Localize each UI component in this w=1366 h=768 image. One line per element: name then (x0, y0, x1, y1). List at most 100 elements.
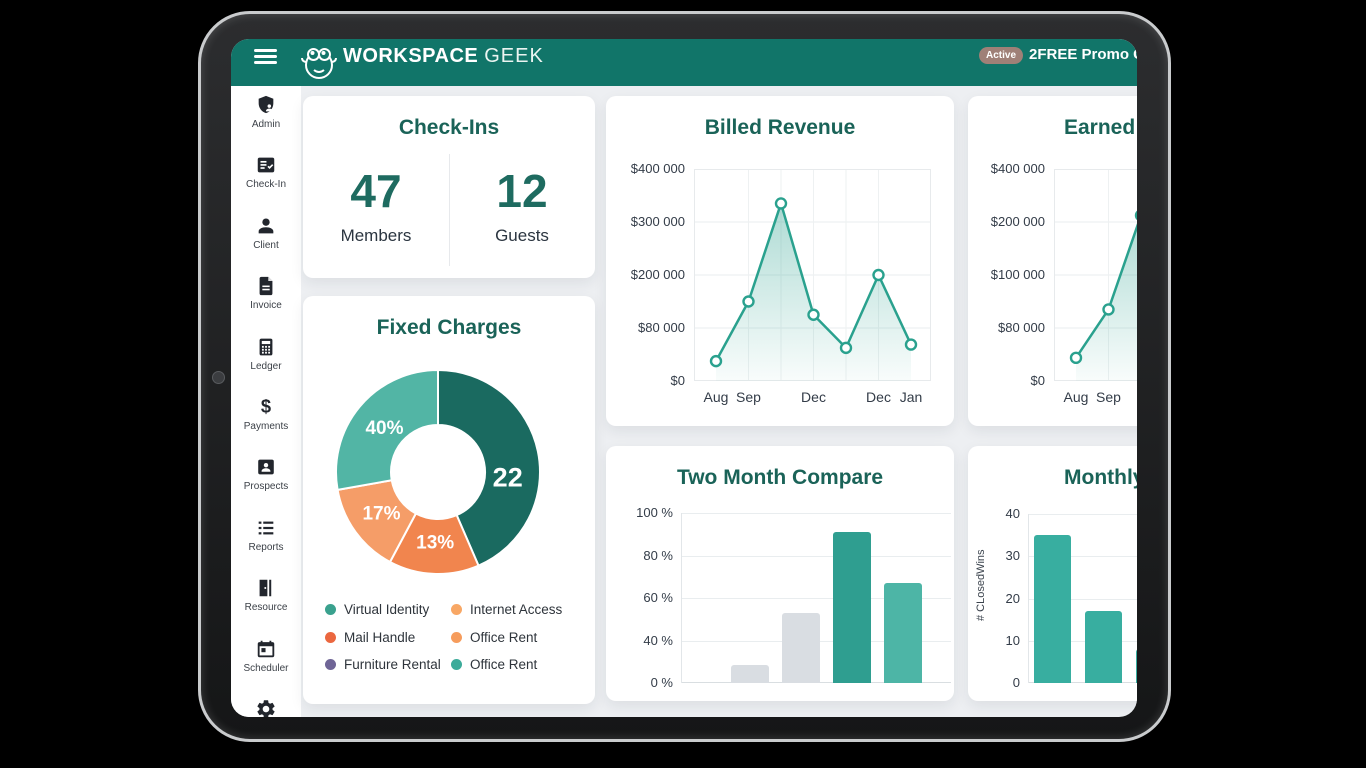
check-ins-title: Check-Ins (303, 116, 595, 140)
geek-owl-logo-icon (297, 40, 341, 86)
bar (884, 583, 922, 683)
bar (782, 613, 820, 683)
sidebar-item-check-in[interactable]: Check-In (231, 146, 301, 206)
bar (731, 665, 769, 683)
brand-secondary: GEEK (484, 45, 544, 67)
y-axis-tick: $100 000 (968, 267, 1045, 282)
legend-dot (451, 632, 462, 643)
check-ins-card: Check-Ins 47 Members 12 Guests (303, 96, 595, 278)
sidebar-item-payments[interactable]: $ Payments (231, 388, 301, 448)
sidebar-item-admin[interactable]: Admin (231, 86, 301, 146)
guests-count: 12 (449, 168, 595, 214)
bar (1136, 649, 1137, 683)
sidebar-item-client[interactable]: Client (231, 207, 301, 267)
sidebar-item-label: Prospects (244, 481, 288, 492)
fixed-charges-card: Fixed Charges 22 13% 17% 40% Virtual Identi… (303, 296, 595, 704)
x-axis-tick: Sep (719, 389, 779, 405)
two-month-compare-card: Two Month Compare 100 %80 %60 %40 %0 % (606, 446, 954, 701)
legend-label: Virtual Identity (344, 602, 429, 617)
admin-icon (255, 94, 277, 116)
legend-dot (451, 604, 462, 615)
check-in-icon (255, 154, 277, 176)
sidebar-nav: Admin Check-In Client Invoice Ledger $ Payment… (231, 86, 301, 717)
app-bar: WORKSPACEGEEK Active 2FREE Promo Code (231, 39, 1137, 86)
svg-text:$: $ (261, 396, 271, 417)
guests-label: Guests (449, 226, 595, 246)
hamburger-menu-icon[interactable] (254, 49, 277, 64)
legend-label: Office Rent (470, 630, 537, 645)
svg-text:13%: 13% (416, 532, 454, 553)
background: WORKSPACEGEEK Active 2FREE Promo Code Ad… (0, 0, 1366, 768)
sidebar-item-settings[interactable] (231, 690, 301, 717)
monthly-title: Monthly (1064, 466, 1137, 490)
prospects-icon (255, 456, 277, 478)
sidebar-item-label: Scheduler (243, 663, 288, 674)
two_month_compare-plot (681, 513, 951, 683)
sidebar-item-label: Admin (252, 119, 280, 130)
fixed-charges-title: Fixed Charges (303, 316, 595, 340)
svg-text:17%: 17% (362, 504, 400, 525)
legend-label: Office Rent (470, 657, 537, 672)
y-axis-tick: $200 000 (606, 267, 685, 282)
y-axis-tick: 0 (968, 675, 1020, 690)
y-axis-tick: $300 000 (606, 214, 685, 229)
sidebar-item-resource[interactable]: Resource (231, 569, 301, 629)
y-axis-tick: $0 (606, 373, 685, 388)
y-axis-tick: $400 000 (606, 161, 685, 176)
legend-item: Mail Handle (325, 630, 451, 645)
y-axis-line (681, 513, 682, 683)
scheduler-icon (255, 638, 277, 660)
members-count: 47 (303, 168, 449, 214)
earned-revenue-card: Earned Revenue $400 000$200 000$100 000$… (968, 96, 1137, 426)
bar (1034, 535, 1071, 683)
y-axis-tick: 40 % (606, 633, 673, 648)
svg-text:40%: 40% (365, 418, 403, 439)
legend-item: Internet Access (451, 602, 562, 617)
promo-code-text: 2FREE Promo Code (1029, 46, 1137, 63)
legend-item: Office Rent (451, 630, 562, 645)
legend-label: Internet Access (470, 602, 562, 617)
gridline (1028, 514, 1137, 515)
y-axis-tick: 80 % (606, 548, 673, 563)
legend-dot (451, 659, 462, 670)
brand-title: WORKSPACEGEEK (343, 45, 544, 68)
billed-revenue-title: Billed Revenue (606, 116, 954, 140)
svg-text:22: 22 (493, 462, 523, 492)
y-axis-tick: $80 000 (606, 320, 685, 335)
two-month-compare-title: Two Month Compare (606, 466, 954, 490)
dashboard-content: Check-Ins 47 Members 12 Guests (301, 86, 1137, 717)
resource-icon (255, 577, 277, 599)
billed-revenue-card: Billed Revenue $400 000 $300 000 $200 000 $… (606, 96, 954, 426)
legend-label: Mail Handle (344, 630, 415, 645)
earned-revenue-title: Earned Revenue (1064, 116, 1137, 140)
sidebar-item-label: Check-In (246, 179, 286, 190)
sidebar-item-invoice[interactable]: Invoice (231, 267, 301, 327)
legend-dot (325, 604, 336, 615)
y-axis-tick: 60 % (606, 590, 673, 605)
y-axis-tick: $200 000 (968, 214, 1045, 229)
app-screen: WORKSPACEGEEK Active 2FREE Promo Code Ad… (231, 39, 1137, 717)
sidebar-item-ledger[interactable]: Ledger (231, 328, 301, 388)
sidebar-item-label: Resource (245, 602, 288, 613)
client-icon (255, 215, 277, 237)
y-axis-tick: 10 (968, 633, 1020, 648)
sidebar-item-prospects[interactable]: Prospects (231, 448, 301, 508)
sidebar-item-label: Client (253, 240, 279, 251)
sidebar-item-label: Invoice (250, 300, 282, 311)
y-axis-line (1028, 514, 1029, 683)
payments-icon: $ (255, 396, 277, 418)
sidebar-item-reports[interactable]: Reports (231, 509, 301, 569)
y-axis-tick: 40 (968, 506, 1020, 521)
sidebar-item-label: Reports (248, 542, 283, 553)
legend-item: Furniture Rental (325, 657, 451, 672)
sidebar-item-scheduler[interactable]: Scheduler (231, 630, 301, 690)
sidebar-item-label: Payments (244, 421, 288, 432)
x-axis-tick: Jan (881, 389, 941, 405)
sidebar-item-label: Ledger (250, 361, 281, 372)
y-axis-tick: 100 % (606, 505, 673, 520)
y-axis-tick: $400 000 (968, 161, 1045, 176)
gridline (681, 513, 951, 514)
gridline (681, 556, 951, 557)
camera-dot (212, 371, 225, 384)
legend-label: Furniture Rental (344, 657, 441, 672)
